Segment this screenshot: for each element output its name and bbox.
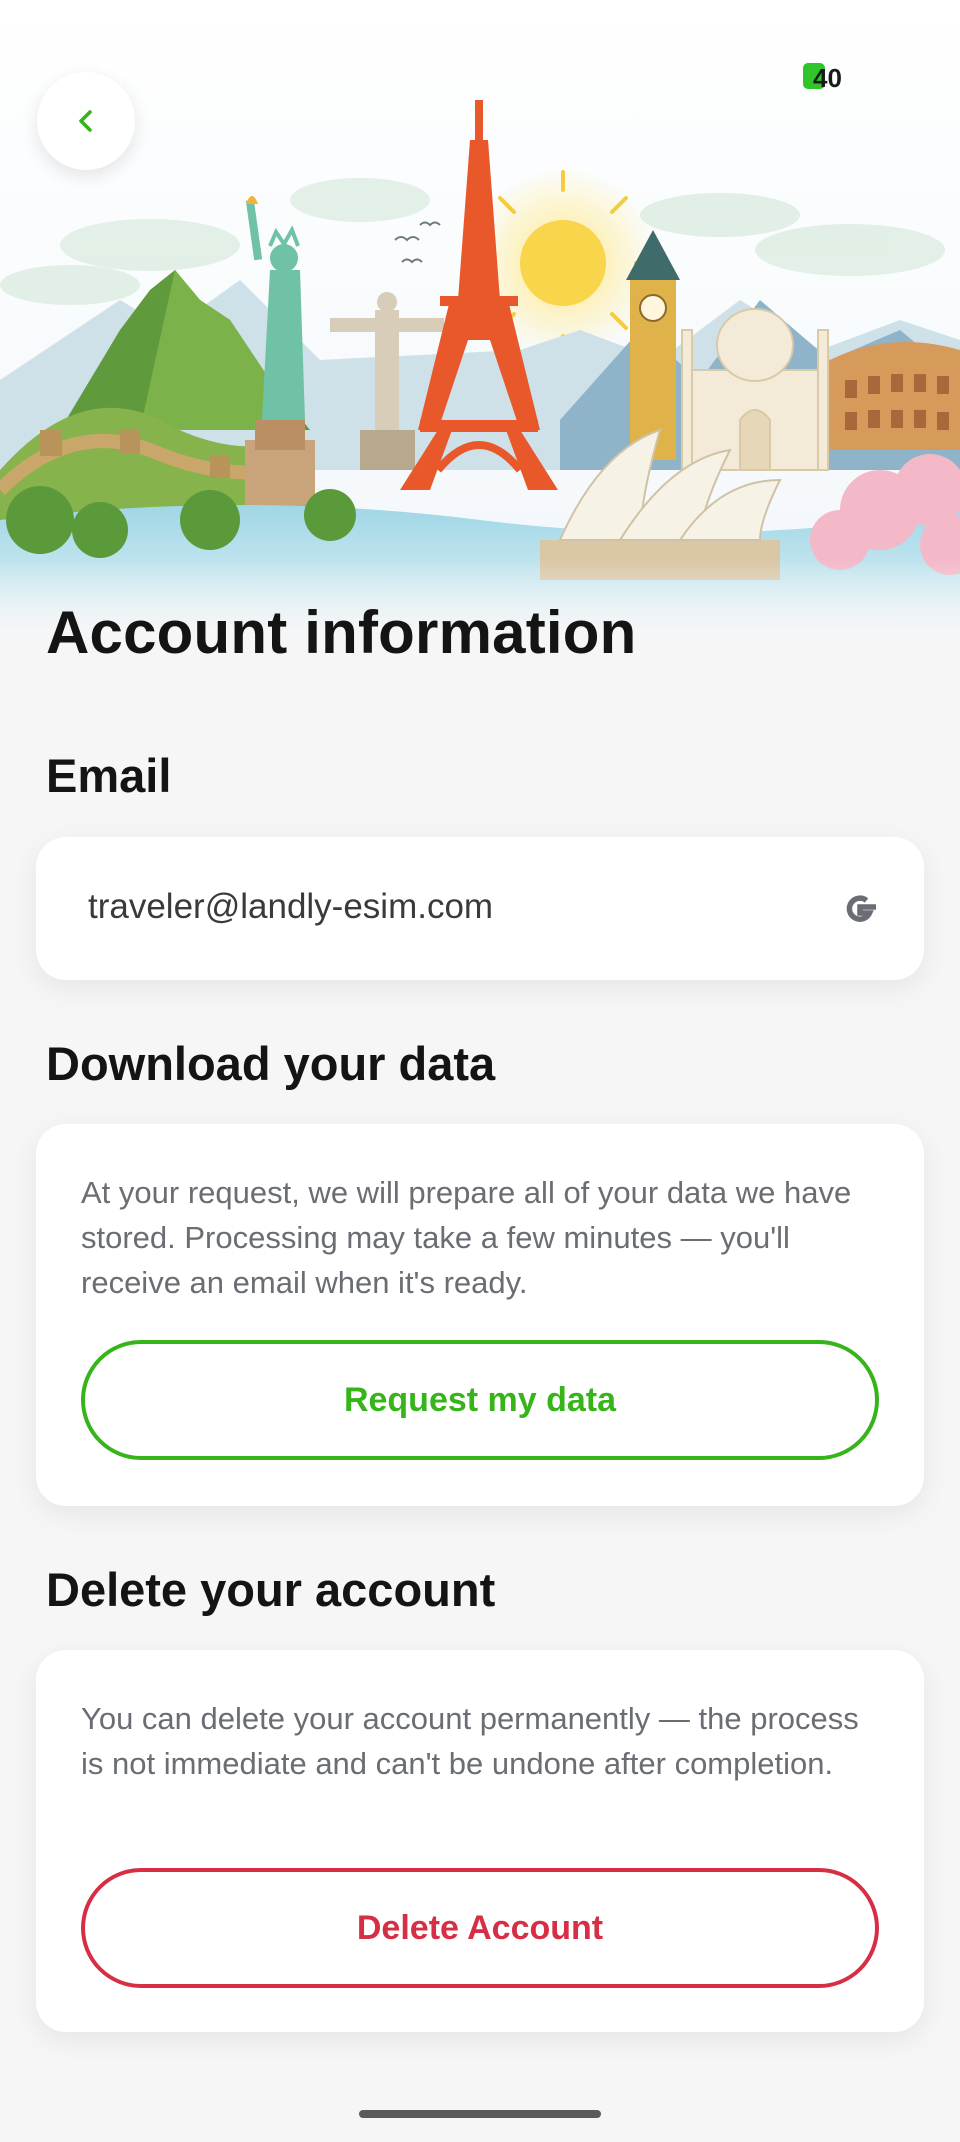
google-icon (846, 895, 876, 922)
download-description: At your request, we will prepare all of … (81, 1175, 852, 1300)
email-value: traveler@landly-esim.com (88, 887, 494, 926)
email-section-title: Email (46, 749, 172, 802)
home-indicator[interactable] (359, 2110, 601, 2118)
delete-account-card: You can delete your account permanently … (36, 1650, 924, 2032)
email-card: traveler@landly-esim.com (36, 837, 924, 980)
delete-description: You can delete your account permanently … (81, 1701, 859, 1781)
battery-indicator: 40 (803, 62, 842, 93)
battery-level: 40 (813, 63, 842, 93)
world-landmarks-illustration (0, 0, 960, 640)
chevron-left-icon (79, 110, 92, 132)
delete-section-title: Delete your account (46, 1563, 496, 1616)
download-section-title: Download your data (46, 1037, 496, 1090)
download-data-card: At your request, we will prepare all of … (36, 1124, 924, 1506)
back-button[interactable] (37, 72, 135, 170)
request-my-data-button[interactable]: Request my data (81, 1340, 879, 1460)
page-title: Account information (46, 599, 637, 666)
delete-account-button[interactable]: Delete Account (81, 1868, 879, 1988)
hero-illustration (0, 0, 960, 640)
